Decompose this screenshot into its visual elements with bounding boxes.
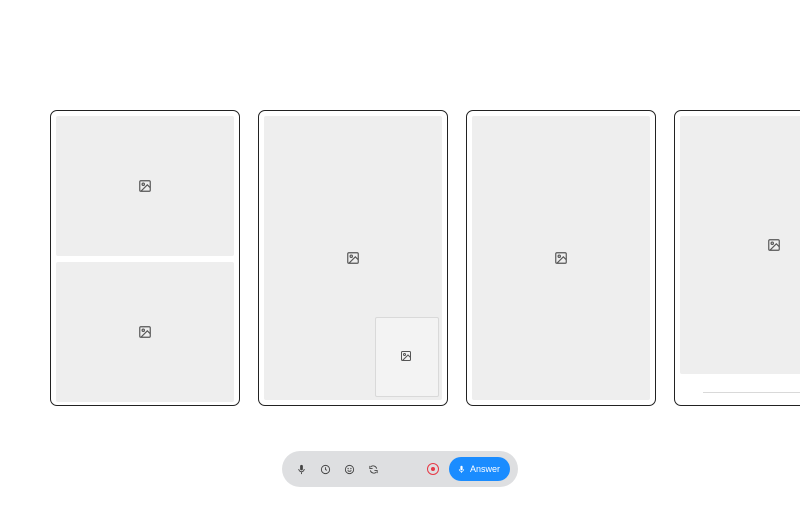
refresh-icon[interactable] [366,462,380,476]
layout-card[interactable] [258,110,448,406]
bottom-toolbar: Answer [282,451,518,487]
image-icon [767,238,781,252]
image-placeholder-tile [472,116,650,400]
image-placeholder-tile [56,116,234,256]
clock-icon[interactable] [318,462,332,476]
smile-icon[interactable] [342,462,356,476]
inset-placeholder [375,317,439,397]
image-icon [346,251,360,265]
answer-button-label: Answer [470,464,500,474]
image-icon [138,179,152,193]
mic-icon[interactable] [294,462,308,476]
record-button[interactable] [427,463,439,475]
image-icon [400,350,414,364]
layout-card[interactable] [674,110,800,406]
card-strip [0,110,800,406]
divider [703,392,800,393]
layout-card[interactable] [466,110,656,406]
image-icon [554,251,568,265]
layout-card[interactable] [50,110,240,406]
image-icon [138,325,152,339]
image-placeholder-tile [56,262,234,402]
image-placeholder-tile [680,116,800,374]
answer-button[interactable]: Answer [449,457,510,481]
canvas-stage: Answer [0,0,800,517]
